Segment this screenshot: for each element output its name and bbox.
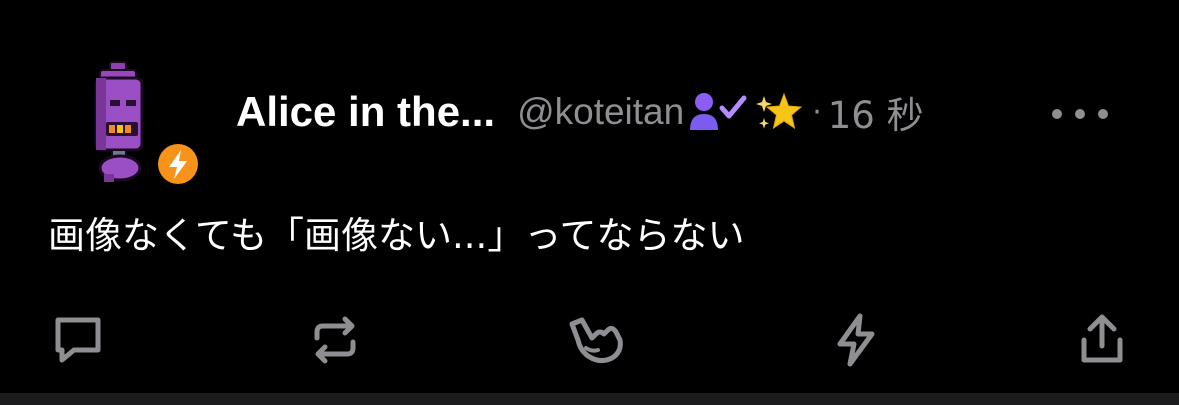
repost-icon xyxy=(314,316,356,364)
more-dot xyxy=(1098,109,1108,119)
person-check-icon xyxy=(688,90,752,134)
avatar[interactable] xyxy=(60,58,210,190)
bottom-divider xyxy=(0,393,1179,405)
share-button[interactable] xyxy=(1072,310,1132,370)
more-dot xyxy=(1052,109,1062,119)
post-content: 画像なくても「画像ない...」ってならない xyxy=(48,214,745,257)
share-icon xyxy=(1081,314,1123,363)
post-time[interactable]: 16 秒 xyxy=(828,85,924,139)
shaka-button[interactable] xyxy=(566,310,626,370)
reply-icon xyxy=(55,317,101,363)
reply-button[interactable] xyxy=(48,310,108,370)
separator: · xyxy=(812,94,822,130)
shaka-icon xyxy=(569,317,623,364)
zap-button[interactable] xyxy=(826,310,886,370)
zap-icon xyxy=(837,313,875,367)
more-dots-icon[interactable] xyxy=(1052,100,1108,128)
display-name[interactable]: Alice in the... xyxy=(236,88,495,136)
repost-button[interactable] xyxy=(305,310,365,370)
user-handle[interactable]: @koteitan xyxy=(517,91,684,133)
post-header: Alice in the... @koteitan · 16 秒 xyxy=(236,82,924,142)
post-card[interactable]: Alice in the... @koteitan · 16 秒 画像なくても「… xyxy=(0,0,1179,393)
sparkles-icon xyxy=(756,90,806,134)
action-bar xyxy=(0,310,1179,370)
more-dot xyxy=(1075,109,1085,119)
